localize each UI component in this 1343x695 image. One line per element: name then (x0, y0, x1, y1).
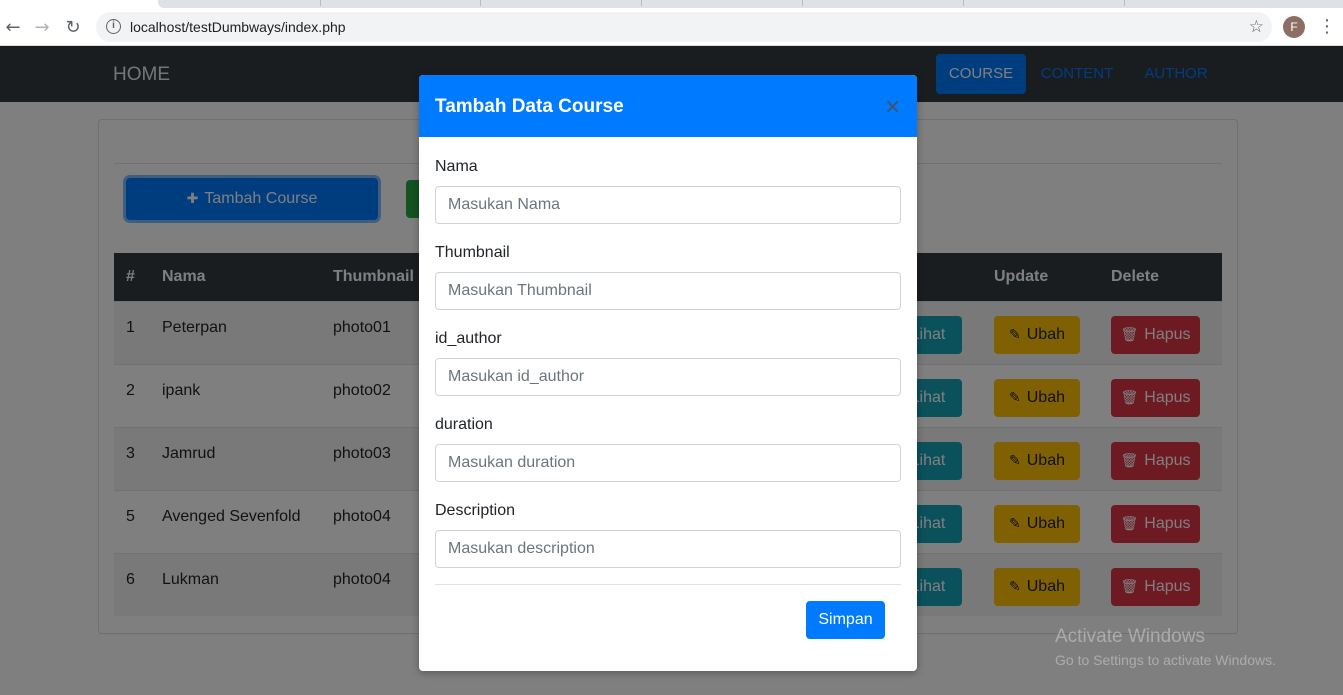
bookmark-star-icon[interactable]: ☆ (1249, 12, 1264, 42)
browser-tabs[interactable] (158, 0, 1343, 8)
watermark-title: Activate Windows (1055, 626, 1205, 647)
tab-separator (320, 0, 321, 6)
url-text[interactable]: localhost/testDumbways/index.php (130, 12, 346, 42)
back-arrow-icon[interactable]: ← (0, 8, 26, 46)
reload-icon[interactable]: ↻ (60, 8, 86, 46)
nama-input[interactable] (435, 186, 901, 224)
page-viewport: HOME COURSE CONTENT AUTHOR ✚ Tambah Cour… (0, 46, 1343, 695)
modal-header: Tambah Data Course × (419, 75, 917, 137)
tab-separator (480, 0, 481, 6)
description-label: Description (435, 502, 516, 519)
address-bar[interactable]: i localhost/testDumbways/index.php ☆ (96, 12, 1272, 42)
thumbnail-input[interactable] (435, 272, 901, 310)
profile-avatar[interactable]: F (1283, 16, 1305, 38)
add-course-modal: Tambah Data Course × Nama Thumbnail id_a… (419, 75, 917, 671)
description-input[interactable] (435, 530, 901, 568)
id-author-input[interactable] (435, 358, 901, 396)
watermark-subtitle: Go to Settings to activate Windows. (1055, 652, 1276, 668)
forward-arrow-icon[interactable]: → (29, 8, 55, 46)
windows-activation-watermark: Activate Windows Go to Settings to activ… (1055, 626, 1276, 668)
tab-separator (1124, 0, 1125, 6)
browser-tabstrip (0, 0, 1343, 8)
modal-footer-divider (435, 584, 901, 585)
thumbnail-label: Thumbnail (435, 244, 510, 261)
duration-label: duration (435, 416, 493, 433)
close-icon[interactable]: × (884, 75, 901, 137)
tab-separator (802, 0, 803, 6)
tab-separator (963, 0, 964, 6)
tab-separator (641, 0, 642, 6)
nama-label: Nama (435, 158, 478, 175)
site-info-icon[interactable]: i (106, 19, 121, 34)
browser-menu-icon[interactable]: ⋮ (1318, 8, 1336, 46)
browser-toolbar: ← → ↻ i localhost/testDumbways/index.php… (0, 8, 1343, 46)
duration-input[interactable] (435, 444, 901, 482)
save-button[interactable]: Simpan (806, 601, 885, 639)
modal-title: Tambah Data Course (435, 96, 624, 117)
id-author-label: id_author (435, 330, 502, 347)
